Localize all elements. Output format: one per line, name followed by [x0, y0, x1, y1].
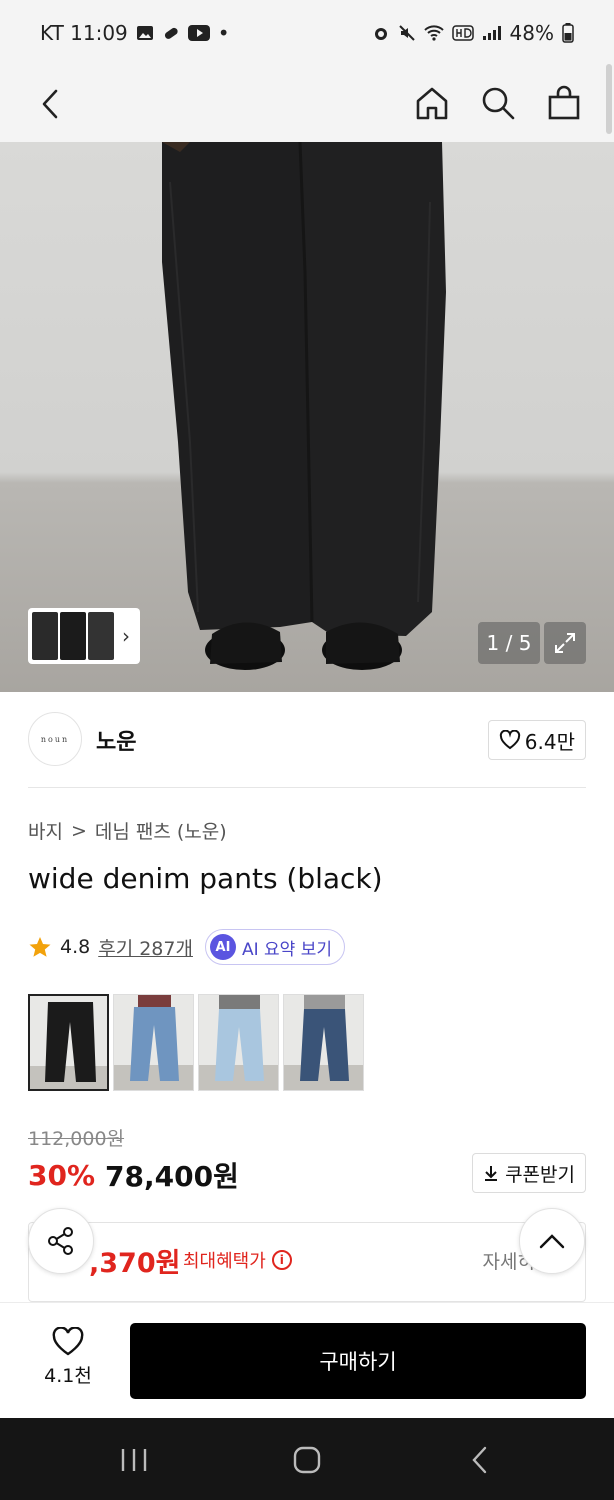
max-benefit-price: ,370원	[89, 1248, 181, 1279]
star-icon	[29, 937, 51, 957]
pill-icon	[162, 24, 180, 42]
wifi-icon	[423, 24, 444, 42]
discount-rate: 30%	[28, 1158, 96, 1192]
coupon-label: 쿠폰받기	[505, 1163, 575, 1186]
reviews-link[interactable]: 후기 287개	[98, 934, 193, 961]
ai-summary-button[interactable]: AI AI 요약 보기	[204, 929, 345, 965]
header-actions	[412, 80, 584, 126]
home-nav-button[interactable]	[287, 1440, 327, 1480]
battery-percent: 48%	[509, 21, 554, 45]
breadcrumb-separator: >	[70, 819, 87, 842]
max-benefit-label: 최대혜택가 i	[183, 1247, 292, 1273]
signal-icon	[482, 25, 502, 41]
brand-like-count: 6.4만	[524, 729, 575, 754]
breadcrumb: 바지 > 데님 팬츠 (노운)	[28, 817, 227, 844]
heart-icon	[52, 1327, 84, 1356]
status-left: KT 11:09 •	[40, 21, 230, 45]
status-right: 48%	[372, 21, 574, 45]
chevron-up-icon	[539, 1234, 565, 1249]
share-icon	[48, 1227, 73, 1255]
image-pager: 1 / 5	[478, 622, 540, 664]
coupon-button[interactable]: 쿠폰받기	[472, 1153, 586, 1193]
gallery-icon	[136, 24, 154, 42]
recent-apps-icon	[121, 1449, 147, 1471]
mute-icon	[398, 24, 416, 42]
expand-icon	[555, 633, 575, 653]
scroll-top-button[interactable]	[519, 1208, 585, 1274]
home-icon	[416, 87, 448, 120]
page-scrollbar[interactable]	[606, 64, 612, 134]
product-image-carousel[interactable]: › 1 / 5	[0, 142, 614, 692]
status-bar: KT 11:09 • 48%	[0, 0, 614, 66]
back-nav-button[interactable]	[460, 1440, 500, 1480]
original-price: 112,000원	[28, 1128, 125, 1150]
image-thumbnail-strip[interactable]: ›	[28, 608, 140, 664]
info-icon[interactable]: i	[271, 1250, 292, 1270]
back-button[interactable]	[30, 82, 70, 126]
carrier-time: KT 11:09	[40, 21, 128, 45]
home-button[interactable]	[412, 80, 452, 126]
recent-apps-button[interactable]	[114, 1440, 154, 1480]
back-arrow-icon	[472, 1446, 487, 1474]
notification-dot: •	[217, 21, 230, 45]
bottom-action-bar: 4.1천 구매하기	[0, 1302, 614, 1418]
chevron-left-icon	[42, 89, 58, 119]
thumbnail-3[interactable]	[88, 612, 114, 660]
search-icon	[482, 87, 515, 120]
product-title: wide denim pants (black)	[28, 862, 383, 895]
divider	[28, 787, 586, 788]
max-benefit-label-text: 최대혜택가	[183, 1251, 266, 1272]
wishlist-count: 4.1천	[44, 1365, 92, 1387]
thumbnail-1[interactable]	[32, 612, 58, 660]
color-swatch-black[interactable]	[28, 994, 109, 1091]
system-nav-bar	[0, 1418, 614, 1500]
brand-like-button[interactable]: 6.4만	[487, 720, 586, 760]
brand-row: noun 노운 6.4만	[28, 712, 586, 768]
max-benefit-box[interactable]: ,370원 최대혜택가 i 자세히	[28, 1222, 586, 1302]
expand-button[interactable]	[544, 622, 586, 664]
color-options	[28, 994, 364, 1091]
search-button[interactable]	[478, 80, 518, 126]
download-icon	[485, 1166, 498, 1181]
wishlist-button[interactable]: 4.1천	[38, 1327, 98, 1388]
price-row: 30% 78,400원	[28, 1155, 239, 1195]
chevron-right-icon: ›	[122, 624, 130, 648]
rating-value: 4.8	[60, 936, 91, 958]
thumbnail-2[interactable]	[60, 612, 86, 660]
cart-button[interactable]	[544, 80, 584, 126]
shopping-bag-icon	[548, 85, 580, 120]
sale-price: 78,400원	[105, 1160, 239, 1193]
color-swatch-light-blue-2[interactable]	[198, 994, 279, 1091]
share-button[interactable]	[28, 1208, 94, 1274]
hd-icon	[451, 25, 474, 41]
battery-icon	[562, 23, 574, 43]
ai-summary-label: AI 요약 보기	[241, 939, 332, 960]
breadcrumb-category[interactable]: 바지	[28, 817, 63, 844]
ai-icon: AI	[209, 934, 236, 960]
buy-button[interactable]: 구매하기	[130, 1323, 586, 1399]
alarm-icon	[372, 24, 390, 42]
breadcrumb-subcategory[interactable]: 데님 팬츠 (노운)	[95, 817, 227, 844]
color-swatch-light-blue-1[interactable]	[113, 994, 194, 1091]
youtube-icon	[187, 25, 210, 41]
brand-logo[interactable]: noun	[28, 712, 82, 766]
heart-icon	[499, 730, 520, 750]
color-swatch-dark-blue[interactable]	[283, 994, 364, 1091]
app-header	[0, 66, 614, 142]
brand-name[interactable]: 노운	[96, 724, 136, 756]
home-circle-icon	[293, 1446, 321, 1474]
rating-row: 4.8 후기 287개 AI AI 요약 보기	[28, 928, 345, 966]
